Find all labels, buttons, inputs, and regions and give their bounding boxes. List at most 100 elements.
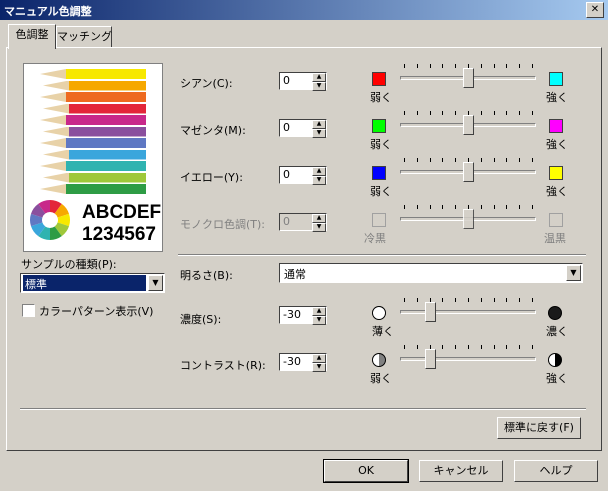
window-title: マニュアル色調整 (4, 5, 92, 18)
spin-down-icon[interactable]: ▼ (312, 176, 326, 185)
slider-tick (429, 205, 431, 209)
slider-tick (455, 298, 457, 302)
magenta-slider[interactable] (398, 109, 538, 139)
slider-tick (532, 158, 533, 162)
contrast-spinbox[interactable]: -30 ▲ ▼ (279, 353, 327, 372)
spin-down-icon[interactable]: ▼ (312, 82, 326, 91)
slider-tick (416, 345, 418, 349)
spin-down-icon[interactable]: ▼ (312, 363, 326, 372)
brightness-label: 明るさ(B): (180, 269, 233, 282)
slider-tick (506, 64, 508, 68)
slider-tick (404, 64, 405, 68)
slider-tick (532, 64, 533, 68)
slider-tick (506, 298, 508, 302)
cyan-left-label: 弱く (370, 91, 392, 104)
spin-up-icon[interactable]: ▲ (312, 354, 326, 363)
contrast-high-icon (548, 353, 562, 367)
cyan-left-swatch (372, 72, 386, 86)
spin-up-icon[interactable]: ▲ (312, 120, 326, 129)
slider-tick (519, 345, 521, 349)
contrast-low-icon (372, 353, 386, 367)
magenta-value: 0 (283, 121, 290, 134)
dark-circle-icon (548, 306, 562, 320)
slider-thumb[interactable] (424, 349, 436, 369)
cyan-slider[interactable] (398, 62, 538, 92)
yellow-right-label: 強く (546, 185, 568, 198)
color-pattern-checkbox[interactable] (22, 304, 35, 317)
mono-tone-slider (398, 203, 538, 233)
slider-thumb[interactable] (463, 68, 474, 88)
density-spinbox[interactable]: -30 ▲ ▼ (279, 306, 327, 325)
tab-color-adjust[interactable]: 色調整 (8, 24, 56, 49)
cyan-label: シアン(C): (180, 77, 233, 90)
slider-tick (493, 298, 495, 302)
slider-thumb[interactable] (424, 302, 436, 322)
yellow-spinbox[interactable]: 0 ▲ ▼ (279, 166, 327, 185)
preview-text-letters: ABCDEF (82, 202, 162, 223)
magenta-spinbox[interactable]: 0 ▲ ▼ (279, 119, 327, 138)
yellow-slider[interactable] (398, 156, 538, 186)
slider-track (400, 357, 536, 361)
contrast-slider[interactable] (398, 343, 538, 373)
slider-tick (416, 298, 418, 302)
help-button[interactable]: ヘルプ (514, 460, 598, 482)
sample-type-select[interactable]: 標準 ▼ (20, 273, 165, 293)
slider-tick (468, 298, 469, 302)
reset-default-button[interactable]: 標準に戻す(F) (497, 417, 581, 439)
slider-thumb[interactable] (463, 115, 474, 135)
pencil (43, 103, 146, 114)
slider-tick (480, 298, 482, 302)
slider-tick (429, 158, 431, 162)
pencil (40, 138, 146, 148)
slider-thumb[interactable] (463, 162, 474, 182)
slider-thumb[interactable] (463, 209, 474, 229)
brightness-select[interactable]: 通常 ▼ (279, 263, 583, 283)
density-left-label: 薄く (372, 325, 394, 338)
mono-tone-value: 0 (283, 215, 290, 228)
cyan-spinbox[interactable]: 0 ▲ ▼ (279, 72, 327, 91)
pencil (40, 92, 146, 102)
chevron-down-icon[interactable]: ▼ (148, 275, 163, 291)
slider-tick (404, 205, 405, 209)
chevron-down-icon[interactable]: ▼ (566, 265, 581, 281)
close-button[interactable]: ✕ (586, 2, 604, 18)
slider-tick (480, 111, 482, 115)
density-value: -30 (283, 308, 301, 321)
density-slider[interactable] (398, 296, 538, 326)
slider-tick (404, 111, 405, 115)
yellow-left-swatch (372, 166, 386, 180)
yellow-value: 0 (283, 168, 290, 181)
spin-up-icon[interactable]: ▲ (312, 73, 326, 82)
separator (178, 254, 586, 256)
slider-tick (506, 345, 508, 349)
yellow-right-swatch (549, 166, 563, 180)
spin-down-icon[interactable]: ▼ (312, 316, 326, 325)
slider-tick (455, 64, 457, 68)
slider-tick (416, 205, 418, 209)
slider-tick (506, 158, 508, 162)
cancel-button[interactable]: キャンセル (419, 460, 503, 482)
magenta-right-swatch (549, 119, 563, 133)
contrast-label: コントラスト(R): (180, 359, 266, 372)
slider-tick (442, 298, 444, 302)
slider-tick (519, 158, 521, 162)
slider-tick (506, 205, 508, 209)
slider-tick (416, 64, 418, 68)
spin-up-icon[interactable]: ▲ (312, 307, 326, 316)
cyan-value: 0 (283, 74, 290, 87)
slider-tick (429, 64, 431, 68)
color-wheel-icon (30, 200, 70, 240)
ok-button[interactable]: OK (323, 459, 409, 483)
slider-tick (519, 298, 521, 302)
yellow-label: イエロー(Y): (180, 171, 243, 184)
spin-down-icon: ▼ (312, 223, 326, 232)
sample-preview-image: ABCDEF 1234567 (23, 63, 163, 252)
sample-type-label: サンプルの種類(P): (21, 258, 117, 271)
tab-matching[interactable]: マッチング (56, 26, 112, 48)
slider-tick (493, 64, 495, 68)
mono-tone-spinbox: 0 ▲ ▼ (279, 213, 327, 232)
contrast-value: -30 (283, 355, 301, 368)
spin-up-icon[interactable]: ▲ (312, 167, 326, 176)
magenta-right-label: 強く (546, 138, 568, 151)
spin-down-icon[interactable]: ▼ (312, 129, 326, 138)
